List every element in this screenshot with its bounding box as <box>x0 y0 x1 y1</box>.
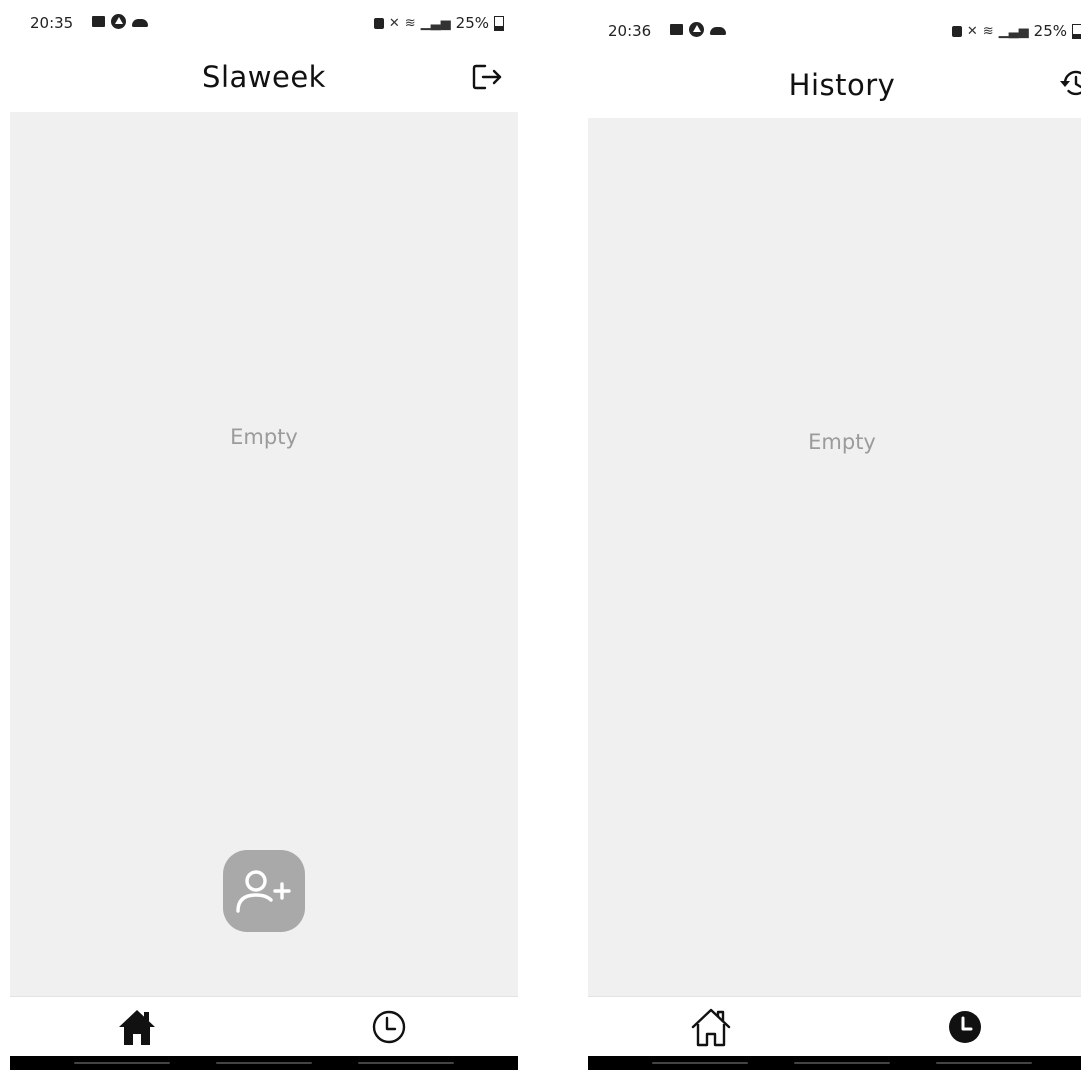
battery-percent: 25% <box>455 14 489 32</box>
history-screen: 20:36 ✕ ≋ ▁▃▅ 25% History Empty <box>588 0 1081 1070</box>
content-area: Empty <box>588 118 1081 996</box>
gallery-notification-icon <box>670 24 683 35</box>
home-icon <box>691 1008 731 1047</box>
system-icons: ✕ ≋ ▁▃▅ 25% <box>373 14 504 32</box>
page-title: Slaweek <box>202 60 326 94</box>
mute-icon: ✕ <box>388 15 400 31</box>
page-title: History <box>788 68 896 102</box>
signal-icon: ▁▃▅ <box>998 23 1029 39</box>
system-navigation-bar <box>588 1056 1081 1070</box>
status-bar: 20:36 ✕ ≋ ▁▃▅ 25% <box>588 8 1081 48</box>
history-icon <box>1060 70 1081 96</box>
battery-saver-icon <box>951 25 962 37</box>
nav-recents[interactable] <box>652 1062 748 1064</box>
empty-state-text: Empty <box>230 425 298 449</box>
tab-home[interactable] <box>115 1005 159 1049</box>
nav-home[interactable] <box>216 1062 312 1064</box>
add-user-icon <box>236 870 291 913</box>
nav-home[interactable] <box>794 1062 890 1064</box>
signal-icon: ▁▃▅ <box>420 15 451 31</box>
system-icons: ✕ ≋ ▁▃▅ 25% <box>951 22 1081 40</box>
bottom-tab-bar <box>10 996 518 1059</box>
battery-saver-icon <box>373 17 384 29</box>
home-icon <box>119 1010 155 1045</box>
wifi-icon: ≋ <box>404 15 416 31</box>
status-bar: 20:35 ✕ ≋ ▁▃▅ 25% <box>10 0 518 40</box>
content-area: Empty <box>10 112 518 996</box>
app-notification-icon <box>689 22 704 37</box>
home-screen: 20:35 ✕ ≋ ▁▃▅ 25% Slaweek Empty <box>10 0 518 1070</box>
clock-icon <box>949 1011 981 1043</box>
status-time: 20:35 <box>30 14 74 32</box>
battery-percent: 25% <box>1033 22 1067 40</box>
tab-history[interactable] <box>943 1005 987 1049</box>
battery-icon <box>494 15 504 31</box>
bottom-tab-bar <box>588 996 1081 1059</box>
gallery-notification-icon <box>92 16 105 27</box>
tab-history[interactable] <box>367 1005 411 1049</box>
notification-icons <box>92 14 148 29</box>
battery-icon <box>1072 23 1081 39</box>
status-time: 20:36 <box>608 22 652 40</box>
clock-icon <box>372 1010 406 1044</box>
cloud-icon <box>132 19 148 27</box>
nav-recents[interactable] <box>74 1062 170 1064</box>
mute-icon: ✕ <box>966 23 978 39</box>
app-header: Slaweek <box>10 50 518 110</box>
app-header: History <box>588 58 1081 118</box>
add-user-button[interactable] <box>223 850 305 932</box>
logout-button[interactable] <box>470 60 504 94</box>
nav-back[interactable] <box>358 1062 454 1064</box>
empty-state-text: Empty <box>808 430 876 454</box>
cloud-icon <box>710 27 726 35</box>
wifi-icon: ≋ <box>982 23 994 39</box>
nav-back[interactable] <box>936 1062 1032 1064</box>
logout-icon <box>472 64 502 90</box>
history-button[interactable] <box>1058 66 1081 100</box>
app-notification-icon <box>111 14 126 29</box>
system-navigation-bar <box>10 1056 518 1070</box>
tab-home[interactable] <box>689 1005 733 1049</box>
notification-icons <box>670 22 726 37</box>
